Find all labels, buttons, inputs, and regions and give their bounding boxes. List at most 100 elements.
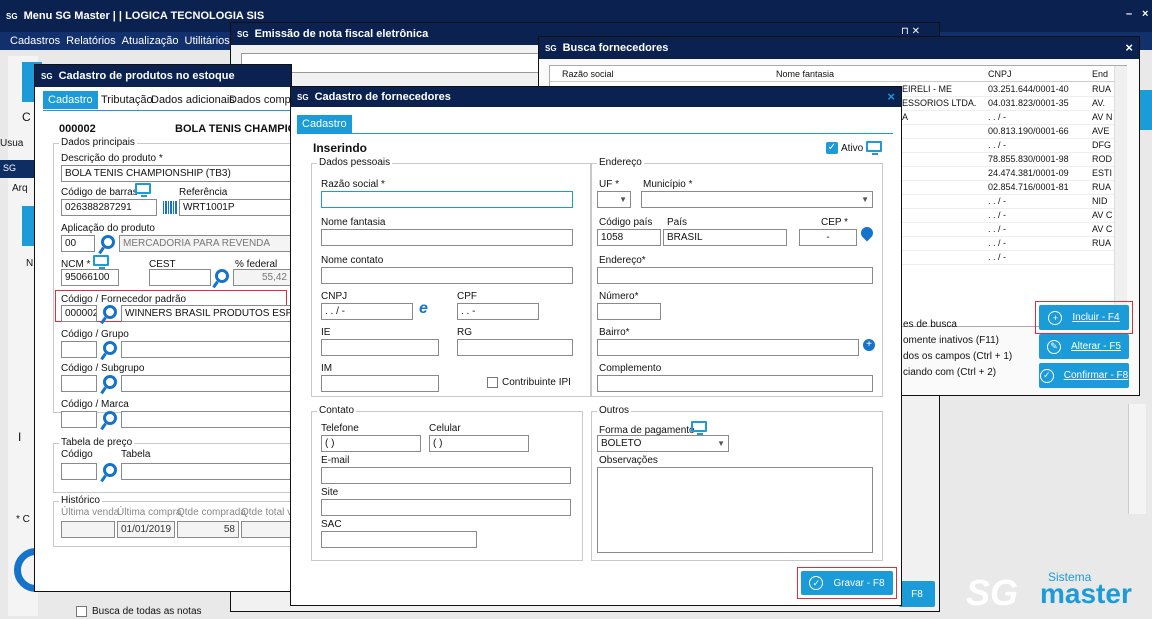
grid-cell[interactable]: . . / -: [988, 209, 1088, 221]
tab-dados-complem[interactable]: Dados complem: [224, 91, 291, 109]
grid-cell[interactable]: 04.031.823/0001-35: [988, 97, 1088, 109]
referencia-input[interactable]: WRT1001P: [179, 199, 291, 216]
tab-cadastro-fornecedor[interactable]: Cadastro: [297, 115, 352, 133]
grid-cell[interactable]: DFG: [1092, 139, 1114, 151]
grid-header-razao[interactable]: Razão social: [562, 68, 782, 80]
im-input[interactable]: [321, 375, 439, 392]
ativo-checkbox[interactable]: ✓: [826, 142, 838, 154]
fornecedor-search-icon[interactable]: [103, 305, 117, 319]
site-input[interactable]: [321, 499, 571, 516]
codpais-input[interactable]: 1058: [597, 229, 661, 246]
bairro-input[interactable]: [597, 339, 859, 356]
fantasia-input[interactable]: [321, 229, 573, 246]
aplicacao-search-icon[interactable]: [101, 235, 115, 249]
grid-cell[interactable]: 24.474.381/0001-09: [988, 167, 1088, 179]
confirmar-button[interactable]: ✓ Confirmar - F8: [1039, 363, 1129, 388]
monitor-icon[interactable]: [135, 183, 151, 197]
pais-input[interactable]: BRASIL: [663, 229, 787, 246]
grupo-code-input[interactable]: [61, 341, 97, 358]
fornecedor-name-input[interactable]: WINNERS BRASIL PRODUTOS ESPORTIV: [121, 305, 291, 322]
grid-cell[interactable]: . . / -: [988, 195, 1088, 207]
grid-cell[interactable]: . . / -: [988, 251, 1088, 263]
grid-scrollbar[interactable]: [1114, 66, 1127, 326]
grid-cell[interactable]: 02.854.716/0001-81: [988, 181, 1088, 193]
grupo-search-icon[interactable]: [103, 341, 117, 355]
fornecedores-close-icon[interactable]: ×: [887, 89, 895, 104]
endereco-input[interactable]: [597, 267, 873, 284]
marca-search-icon[interactable]: [103, 411, 117, 425]
grid-header-cnpj[interactable]: CNPJ: [988, 68, 1088, 80]
contato-input[interactable]: [321, 267, 573, 284]
main-right-scroll[interactable]: [1128, 404, 1146, 514]
grid-cell[interactable]: ROD: [1092, 153, 1114, 165]
grid-cell[interactable]: . . / -: [988, 237, 1088, 249]
ncm-monitor-icon[interactable]: [93, 255, 109, 269]
grid-cell[interactable]: 03.251.644/0001-40: [988, 83, 1088, 95]
grid-cell[interactable]: AV N: [1092, 111, 1114, 123]
tabela-search-icon[interactable]: [103, 463, 117, 477]
ativo-monitor-icon[interactable]: [866, 141, 882, 155]
grid-cell[interactable]: [1092, 251, 1114, 263]
incluir-button[interactable]: + Incluir - F4: [1039, 305, 1129, 330]
ie-input[interactable]: [321, 339, 439, 356]
tabela-name-input[interactable]: [121, 463, 291, 480]
ncm-input[interactable]: 95066100: [61, 269, 119, 286]
nfe-gravar-partial[interactable]: F8: [899, 581, 935, 607]
busca-option-todos[interactable]: dos os campos (Ctrl + 1): [903, 351, 1012, 362]
grid-cell[interactable]: 78.855.830/0001-98: [988, 153, 1088, 165]
grid-cell[interactable]: . . / -: [988, 139, 1088, 151]
menu-relatorios[interactable]: Relatórios: [66, 35, 116, 47]
cest-input[interactable]: [149, 269, 211, 286]
complemento-input[interactable]: [597, 375, 873, 392]
pagamento-select[interactable]: BOLETO ▼: [597, 435, 729, 452]
barcode-icon[interactable]: [163, 201, 177, 214]
numero-input[interactable]: [597, 303, 661, 320]
menu-cadastros[interactable]: Cadastros: [10, 35, 60, 47]
sac-input[interactable]: [321, 531, 477, 548]
grupo-name-input[interactable]: [121, 341, 291, 358]
grid-cell[interactable]: AVE: [1092, 125, 1114, 137]
bairro-add-icon[interactable]: +: [863, 339, 875, 351]
subgrupo-code-input[interactable]: [61, 375, 97, 392]
grid-header-fantasia[interactable]: Nome fantasia: [776, 68, 976, 80]
ie-browser-icon[interactable]: e: [419, 301, 435, 317]
grid-cell[interactable]: . . / -: [988, 111, 1088, 123]
pagamento-monitor-icon[interactable]: [691, 421, 707, 435]
grid-cell[interactable]: AV C: [1092, 209, 1114, 221]
grid-cell[interactable]: 00.813.190/0001-66: [988, 125, 1088, 137]
marca-name-input[interactable]: [121, 411, 291, 428]
grid-cell[interactable]: AV.: [1092, 97, 1114, 109]
rg-input[interactable]: [457, 339, 573, 356]
menu-utilitarios[interactable]: Utilitários: [185, 35, 230, 47]
municipio-select[interactable]: ▼: [641, 191, 873, 208]
cep-input[interactable]: -: [799, 229, 857, 246]
aplicacao-code-input[interactable]: 00: [61, 235, 95, 252]
main-minimize-icon[interactable]: –: [1126, 8, 1132, 20]
telefone-input[interactable]: ( ): [321, 435, 421, 452]
cnpj-input[interactable]: . . / -: [321, 303, 413, 320]
cpf-input[interactable]: . . -: [457, 303, 539, 320]
menu-atualizacao[interactable]: Atualização: [122, 35, 179, 47]
busca-option-inativos[interactable]: omente inativos (F11): [903, 335, 999, 346]
main-close-icon[interactable]: ×: [1142, 8, 1148, 20]
grid-header-end[interactable]: End: [1092, 68, 1114, 80]
email-input[interactable]: [321, 467, 571, 484]
razao-input[interactable]: [321, 191, 573, 208]
busca-todas-checkbox[interactable]: [76, 606, 87, 617]
fornecedor-code-input[interactable]: 000002: [61, 305, 97, 322]
subgrupo-search-icon[interactable]: [103, 375, 117, 389]
grid-cell[interactable]: ESTI: [1092, 167, 1114, 179]
contribuinte-checkbox[interactable]: [487, 377, 498, 388]
grid-cell[interactable]: AV C: [1092, 223, 1114, 235]
grid-cell[interactable]: . . / -: [988, 223, 1088, 235]
grid-cell[interactable]: NID: [1092, 195, 1114, 207]
grid-cell[interactable]: RUA: [1092, 237, 1114, 249]
codigo-barras-input[interactable]: 026388287291: [61, 199, 157, 216]
tabela-code-input[interactable]: [61, 463, 97, 480]
descricao-input[interactable]: BOLA TENIS CHAMPIONSHIP (TB3): [61, 165, 291, 182]
celular-input[interactable]: ( ): [429, 435, 529, 452]
uf-select[interactable]: ▼: [597, 191, 631, 208]
busca-close-icon[interactable]: ×: [1125, 40, 1133, 55]
gravar-button[interactable]: ✓ Gravar - F8: [801, 571, 893, 595]
busca-option-iniciando[interactable]: ciando com (Ctrl + 2): [903, 367, 996, 378]
